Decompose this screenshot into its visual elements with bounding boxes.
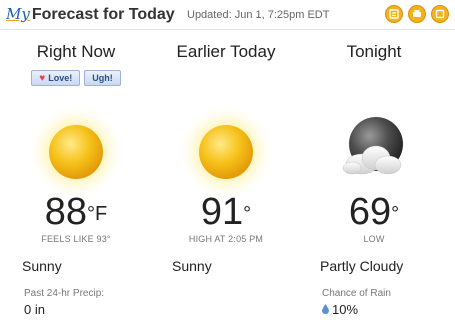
brand-my-label: My xyxy=(6,5,30,23)
condition-text: Partly Cloudy xyxy=(320,258,404,274)
forecast-column-tonight: Tonight 69° LOW Partly Cloudy Chance of … xyxy=(300,30,448,334)
ugh-button[interactable]: Ugh! xyxy=(84,70,121,86)
forecast-header: My Forecast for Today Updated: Jun 1, 7:… xyxy=(0,0,455,30)
raindrop-icon xyxy=(322,304,329,314)
rating-buttons: ♥ Love! Ugh! xyxy=(2,70,150,86)
precip-label: Past 24-hr Precip: xyxy=(24,288,105,299)
moon-cloud-icon xyxy=(300,102,448,202)
rain-chance-number: 10% xyxy=(332,302,359,317)
low-label: LOW xyxy=(363,234,385,244)
low-temperature: 69° xyxy=(300,190,448,234)
info-icon[interactable] xyxy=(385,5,403,23)
ugh-label: Ugh! xyxy=(92,73,113,83)
sun-icon xyxy=(152,102,300,202)
forecast-column-right-now: Right Now ♥ Love! Ugh! 88°F FEELS LIKE 9… xyxy=(2,30,150,334)
page-title: Forecast for Today xyxy=(31,6,175,23)
high-time: HIGH AT 2:05 PM xyxy=(188,234,264,244)
precip-value: 0 in xyxy=(24,302,45,317)
updated-timestamp: Updated: Jun 1, 7:25pm EDT xyxy=(187,9,330,21)
temp-value: 91 xyxy=(200,191,244,233)
love-label: Love! xyxy=(48,73,73,83)
header-actions xyxy=(385,5,449,23)
rain-chance-value: 10% xyxy=(322,302,358,317)
column-title: Earlier Today xyxy=(176,42,276,61)
high-temperature: 91° xyxy=(152,190,300,234)
temp-value: 69 xyxy=(348,191,392,233)
temp-value: 88 xyxy=(44,191,88,233)
condition-text: Sunny xyxy=(172,258,212,274)
brand-logo: My Forecast for Today xyxy=(6,5,175,27)
share-icon[interactable] xyxy=(431,5,449,23)
sun-icon xyxy=(2,102,150,202)
temp-unit: ° xyxy=(243,203,252,225)
rain-chance-label: Chance of Rain xyxy=(322,288,391,299)
forecast-column-earlier-today: Earlier Today 91° HIGH AT 2:05 PM Sunny xyxy=(152,30,300,334)
column-title: Tonight xyxy=(346,42,402,61)
temp-unit: °F xyxy=(87,203,108,225)
feels-like: FEELS LIKE 93° xyxy=(41,234,111,244)
current-temperature: 88°F xyxy=(2,190,150,234)
love-button[interactable]: ♥ Love! xyxy=(31,70,81,86)
condition-text: Sunny xyxy=(22,258,62,274)
column-title: Right Now xyxy=(36,42,116,61)
print-icon[interactable] xyxy=(408,5,426,23)
temp-unit: ° xyxy=(391,203,400,225)
heart-icon: ♥ xyxy=(39,72,46,84)
